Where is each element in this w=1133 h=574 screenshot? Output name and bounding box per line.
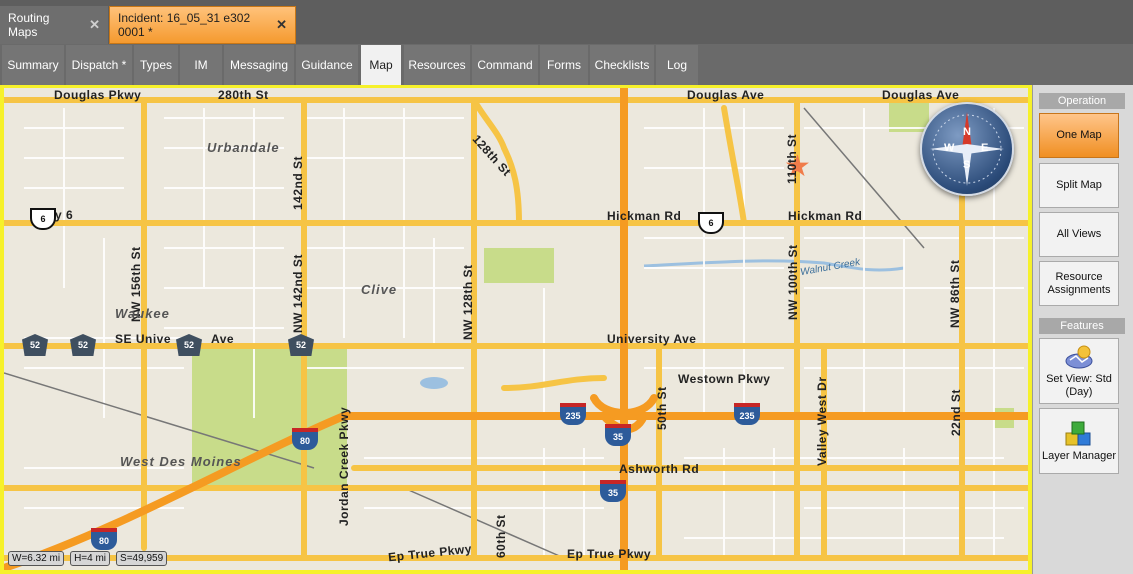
road-label: SE Unive	[115, 332, 172, 346]
compass-west: W	[944, 142, 955, 154]
tab-guidance[interactable]: Guidance	[296, 45, 358, 85]
interstate-shield: 80	[292, 428, 318, 450]
compass-south: S	[963, 159, 971, 171]
tab-dispatch[interactable]: Dispatch *	[66, 45, 132, 85]
incident-nav-tabs: Summary Dispatch * Types IM Messaging Gu…	[0, 44, 1133, 85]
tab-label: Incident: 16_05_31 e302 0001 *	[118, 11, 251, 39]
road-label: Douglas Ave	[687, 88, 765, 102]
road-label: 280th St	[218, 88, 269, 102]
tab-messaging[interactable]: Messaging	[224, 45, 294, 85]
map-width-readout: W=6.32 mi	[8, 551, 65, 566]
layer-cubes-icon	[1065, 421, 1091, 445]
one-map-button[interactable]: One Map	[1039, 113, 1119, 158]
tab-im[interactable]: IM	[180, 45, 222, 85]
road-label: 110th St	[785, 133, 799, 184]
road-label: 50th St	[655, 386, 669, 430]
all-views-button[interactable]: All Views	[1039, 212, 1119, 257]
lake	[420, 377, 448, 389]
tab-command[interactable]: Command	[472, 45, 538, 85]
road-label: Douglas Ave	[882, 88, 960, 102]
road-label: Hickman Rd	[607, 209, 682, 223]
compass-rose	[930, 112, 1004, 186]
close-icon[interactable]: ✕	[276, 17, 287, 33]
road-label: NW 86th St	[948, 259, 962, 328]
road-label: NW 128th St	[461, 264, 475, 340]
road-label: Douglas Pkwy	[54, 88, 142, 102]
map-side-panel: Operation One Map Split Map All Views Re…	[1032, 85, 1133, 574]
road-label: Ashworth Rd	[619, 462, 700, 476]
map-view-icon	[1065, 345, 1093, 369]
set-view-label: Set View: Std (Day)	[1046, 373, 1112, 398]
interstate-shield: 235	[734, 403, 760, 425]
road-label: 22nd St	[949, 389, 963, 436]
map-roads	[4, 88, 1028, 570]
interstate-highways	[4, 88, 1028, 570]
road-label: NW 142nd St	[291, 254, 305, 333]
road-label: Jordan Creek Pkwy	[337, 406, 351, 526]
road-label: Ave	[211, 332, 235, 346]
road-label: Hickman Rd	[788, 209, 863, 223]
tab-routing-maps[interactable]: Routing Maps ✕	[0, 6, 108, 44]
layer-manager-label: Layer Manager	[1042, 449, 1116, 462]
map-height-readout: H=4 mi	[70, 551, 111, 566]
city-label: Clive	[361, 282, 398, 297]
compass-icon[interactable]: N E S W	[920, 102, 1014, 196]
interstate-shield: 235	[560, 403, 586, 425]
map-frame: ★ Douglas Pkwy 280th St Douglas Ave Doug…	[0, 85, 1032, 574]
park-area	[484, 248, 554, 283]
road-label: NW 100th St	[786, 244, 800, 320]
close-icon[interactable]: ✕	[89, 17, 100, 33]
road-label: Ep True Pkwy	[567, 547, 652, 561]
split-map-button[interactable]: Split Map	[1039, 163, 1119, 208]
us-route-shield: 6	[698, 212, 724, 234]
app-window: Routing Maps ✕ Incident: 16_05_31 e302 0…	[0, 0, 1133, 574]
interstate-shield: 80	[91, 528, 117, 550]
tab-label: Routing Maps	[8, 11, 50, 39]
city-label: Urbandale	[207, 140, 280, 155]
road-label: Westown Pkwy	[678, 372, 771, 386]
arterial-roads	[4, 97, 1028, 561]
city-label: Waukee	[115, 306, 170, 321]
tab-checklists[interactable]: Checklists	[590, 45, 654, 85]
tab-incident[interactable]: Incident: 16_05_31 e302 0001 * ✕	[109, 6, 296, 44]
document-tab-bar: Routing Maps ✕ Incident: 16_05_31 e302 0…	[0, 0, 1133, 44]
map-canvas[interactable]: ★ Douglas Pkwy 280th St Douglas Ave Doug…	[4, 88, 1028, 570]
tab-summary[interactable]: Summary	[2, 45, 64, 85]
set-view-button[interactable]: Set View: Std (Day)	[1039, 338, 1119, 404]
map-scale-readout: S=49,959	[116, 551, 168, 566]
tab-forms[interactable]: Forms	[540, 45, 588, 85]
tab-map[interactable]: Map	[361, 45, 401, 85]
features-header: Features	[1039, 318, 1125, 334]
layer-manager-button[interactable]: Layer Manager	[1039, 408, 1119, 474]
resource-assignments-button[interactable]: Resource Assignments	[1039, 261, 1119, 306]
compass-east: E	[981, 142, 989, 154]
road-label: 142nd St	[291, 155, 305, 210]
us-route-shield: 6	[30, 208, 56, 230]
road-label: Valley West Dr	[815, 376, 829, 467]
interstate-shield: 35	[600, 480, 626, 502]
road-label: University Ave	[607, 332, 697, 346]
tab-log[interactable]: Log	[656, 45, 698, 85]
city-label: West Des Moines	[120, 454, 242, 469]
interstate-shield: 35	[605, 424, 631, 446]
operation-header: Operation	[1039, 93, 1125, 109]
tab-resources[interactable]: Resources	[404, 45, 470, 85]
map-scale-info: W=6.32 mi H=4 mi S=49,959	[8, 551, 168, 566]
tab-types[interactable]: Types	[134, 45, 178, 85]
compass-north: N	[963, 126, 971, 138]
road-label: 60th St	[494, 514, 508, 558]
